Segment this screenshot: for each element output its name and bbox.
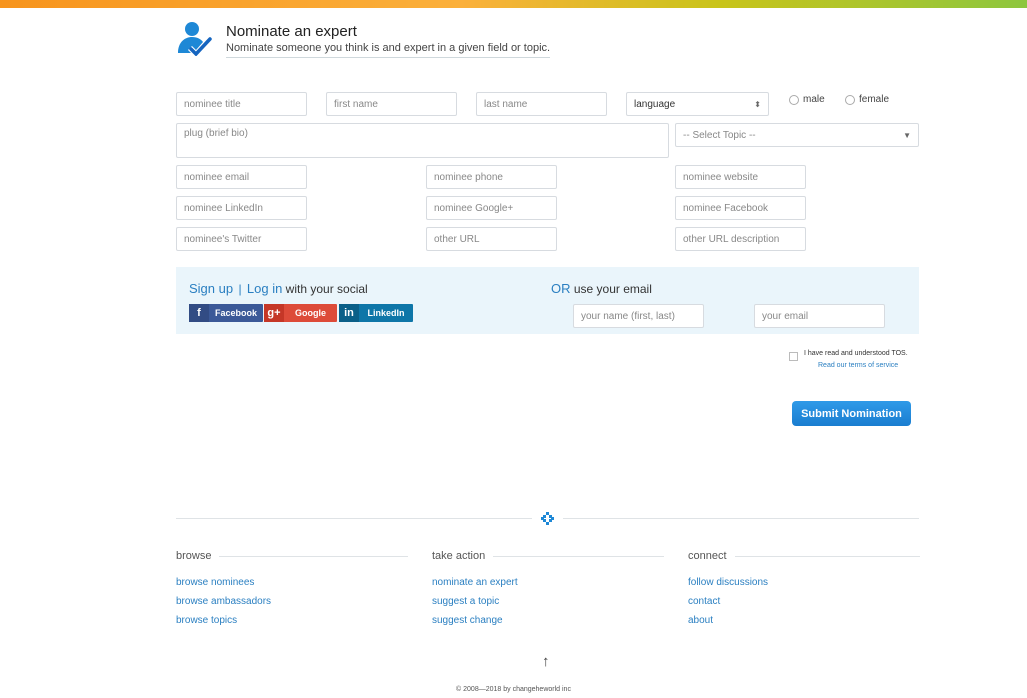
nominee-twitter-input[interactable] xyxy=(176,227,307,251)
page-subtitle: Nominate someone you think is and expert… xyxy=(226,42,551,58)
topic-select-value: -- Select Topic -- xyxy=(683,129,756,141)
nominee-facebook-input[interactable] xyxy=(675,196,806,220)
tos-label: I have read and understood TOS. xyxy=(804,350,908,357)
linkedin-button-label: LinkedIn xyxy=(367,308,405,318)
footer-heading: take action xyxy=(432,550,664,562)
nominee-email-input[interactable] xyxy=(176,165,307,189)
facebook-login-button[interactable]: f Facebook xyxy=(189,304,263,322)
user-check-icon xyxy=(178,22,212,56)
last-name-input[interactable] xyxy=(476,92,607,116)
nominee-google-input[interactable] xyxy=(426,196,557,220)
nominee-title-input[interactable] xyxy=(176,92,307,116)
male-label: male xyxy=(803,94,825,105)
facebook-button-label: Facebook xyxy=(214,308,257,318)
use-email-label: use your email xyxy=(573,282,652,296)
radio-circle-icon xyxy=(789,94,799,105)
first-name-input[interactable] xyxy=(326,92,457,116)
footer-take-action-column: take action nominate an expert suggest a… xyxy=(432,550,664,626)
linkedin-icon: in xyxy=(339,304,359,322)
back-to-top-arrow-icon[interactable]: ↑ xyxy=(542,653,550,670)
browse-ambassadors-link[interactable]: browse ambassadors xyxy=(176,596,408,607)
page-title: Nominate an expert xyxy=(226,23,357,40)
updown-arrow-icon: ⬍ xyxy=(754,99,761,109)
footer-browse-column: browse browse nominees browse ambassador… xyxy=(176,550,408,626)
diamond-dots-icon xyxy=(541,512,554,525)
caret-down-icon: ▼ xyxy=(903,130,911,140)
footer-heading: browse xyxy=(176,550,408,562)
signup-link[interactable]: Sign up xyxy=(189,281,233,296)
facebook-icon: f xyxy=(189,304,209,322)
other-url-input[interactable] xyxy=(426,227,557,251)
nominate-expert-link[interactable]: nominate an expert xyxy=(432,577,664,588)
nominee-linkedin-input[interactable] xyxy=(176,196,307,220)
google-login-button[interactable]: g+ Google xyxy=(264,304,337,322)
login-link[interactable]: Log in xyxy=(247,281,282,296)
copyright-text: © 2008—2018 by changeheworld inc xyxy=(456,686,571,693)
female-label: female xyxy=(859,94,890,105)
footer-divider-right xyxy=(563,518,919,519)
female-radio[interactable]: female xyxy=(845,94,889,105)
page-header: Nominate an expert Nominate someone you … xyxy=(176,20,736,60)
suggest-topic-link[interactable]: suggest a topic xyxy=(432,596,664,607)
signup-separator: | xyxy=(238,282,242,296)
other-url-description-input[interactable] xyxy=(675,227,806,251)
nominee-website-input[interactable] xyxy=(675,165,806,189)
google-plus-icon: g+ xyxy=(264,304,284,322)
contact-link[interactable]: contact xyxy=(688,596,920,607)
nominee-phone-input[interactable] xyxy=(426,165,557,189)
footer-connect-column: connect follow discussions contact about xyxy=(688,550,920,626)
language-select-value: language xyxy=(634,98,676,110)
email-option-line: OR use your email xyxy=(551,281,652,296)
with-social-label: with your social xyxy=(285,282,368,296)
take-action-heading: take action xyxy=(432,550,486,562)
submit-nomination-button[interactable]: Submit Nomination xyxy=(792,401,911,426)
about-link[interactable]: about xyxy=(688,615,920,626)
follow-discussions-link[interactable]: follow discussions xyxy=(688,577,920,588)
footer-heading: connect xyxy=(688,550,920,562)
or-label: OR xyxy=(551,281,571,296)
male-radio[interactable]: male xyxy=(789,94,825,105)
tos-checkbox[interactable] xyxy=(789,352,798,361)
browse-nominees-link[interactable]: browse nominees xyxy=(176,577,408,588)
topic-select[interactable]: -- Select Topic -- ▼ xyxy=(675,123,919,147)
linkedin-login-button[interactable]: in LinkedIn xyxy=(339,304,413,322)
connect-heading: connect xyxy=(688,550,727,562)
language-select[interactable]: language ⬍ xyxy=(626,92,769,116)
social-signup-line: Sign up | Log in with your social xyxy=(189,281,368,296)
footer-divider-left xyxy=(176,518,532,519)
radio-circle-icon xyxy=(845,94,855,105)
plug-bio-textarea[interactable] xyxy=(176,123,669,158)
top-gradient-bar xyxy=(0,0,1027,8)
google-button-label: Google xyxy=(295,308,326,318)
browse-topics-link[interactable]: browse topics xyxy=(176,615,408,626)
tos-link[interactable]: Read our terms of service xyxy=(818,362,898,369)
your-name-input[interactable] xyxy=(573,304,704,328)
your-email-input[interactable] xyxy=(754,304,885,328)
suggest-change-link[interactable]: suggest change xyxy=(432,615,664,626)
browse-heading: browse xyxy=(176,550,212,562)
